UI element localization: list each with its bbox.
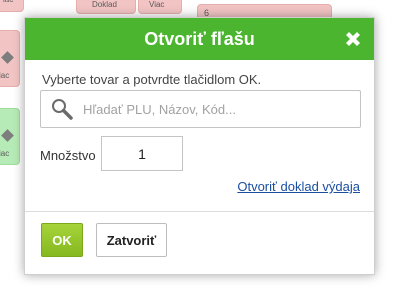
- background-side-tile-1[interactable]: iac: [0, 30, 20, 87]
- open-issue-document-link[interactable]: Otvoriť doklad výdaja: [237, 179, 360, 194]
- quantity-input[interactable]: [101, 136, 183, 171]
- search-icon: [51, 98, 73, 120]
- background-side-tile-2[interactable]: iac: [0, 108, 20, 165]
- background-side-label-1: iac: [0, 71, 10, 80]
- background-tile-top-left[interactable]: iac: [0, 0, 24, 12]
- open-bottle-dialog: Otvoriť fľašu Vyberte tovar a potvrdte t…: [24, 17, 375, 275]
- ok-button[interactable]: OK: [41, 223, 83, 257]
- dialog-title: Otvoriť fľašu: [144, 29, 255, 49]
- close-button[interactable]: Zatvoriť: [96, 223, 167, 257]
- search-box[interactable]: [40, 90, 361, 128]
- background-doklad-label: Doklad: [92, 0, 117, 9]
- background-doklad-button[interactable]: Doklad: [76, 0, 136, 14]
- background-side-label-2: iac: [0, 149, 10, 158]
- diamond-icon: [1, 51, 14, 64]
- close-icon[interactable]: [343, 29, 363, 49]
- dialog-divider: [25, 211, 374, 212]
- dialog-instruction: Vyberte tovar a potvrdte tlačidlom OK.: [42, 72, 262, 87]
- diamond-icon: [1, 129, 14, 142]
- quantity-label: Množstvo: [40, 148, 96, 163]
- dialog-header: Otvoriť fľašu: [25, 18, 374, 60]
- background-viac-button[interactable]: Viac: [138, 0, 182, 14]
- background-viac-label: Viac: [149, 0, 165, 9]
- background-label-top-left: iac: [3, 0, 13, 4]
- search-input[interactable]: [83, 99, 348, 119]
